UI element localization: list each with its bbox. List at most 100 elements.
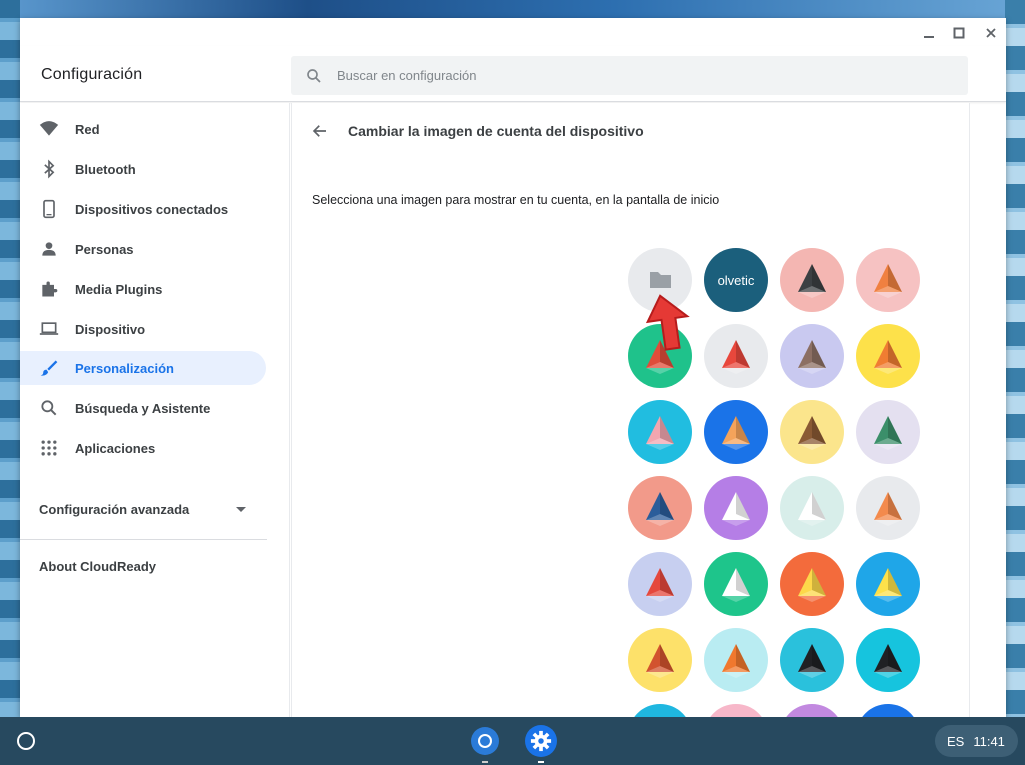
chevron-down-icon — [236, 507, 246, 512]
launcher-button[interactable] — [17, 732, 35, 750]
origami-sushi-image — [874, 644, 902, 678]
avatar-option-corgi[interactable] — [856, 324, 920, 388]
sidebar-item-dispositivos-conectados[interactable]: Dispositivos conectados — [20, 192, 266, 226]
sidebar-item-bluetooth[interactable]: Bluetooth — [20, 152, 266, 186]
avatar-option-cake[interactable] — [780, 704, 844, 717]
shelf: ES 11:41 — [0, 717, 1025, 765]
avatar-option-basketball[interactable] — [704, 628, 768, 692]
avatar-option-vinyl[interactable] — [780, 628, 844, 692]
close-icon — [986, 28, 996, 38]
status-tray[interactable]: ES 11:41 — [935, 725, 1018, 757]
sidebar-item-dispositivo[interactable]: Dispositivo — [20, 312, 266, 346]
avatar-option-fox[interactable] — [856, 248, 920, 312]
title-bar — [20, 18, 1006, 46]
page-description: Selecciona una imagen para mostrar en tu… — [312, 193, 720, 207]
sidebar-item-label: Dispositivo — [75, 321, 146, 337]
sidebar-item-label: Búsqueda y Asistente — [75, 400, 211, 416]
sidebar-item-label: Media Plugins — [75, 281, 163, 297]
avatar-option-tamagotchi[interactable] — [780, 552, 844, 616]
origami-unicorn-image — [798, 492, 826, 526]
laptop-icon — [39, 322, 59, 335]
origami-fox-image — [874, 264, 902, 298]
sidebar: Red Bluetooth Dispositivos conectados Pe… — [20, 103, 290, 717]
maximize-icon — [953, 27, 965, 39]
avatar-option-unicorn[interactable] — [780, 476, 844, 540]
sidebar-item-busqueda[interactable]: Búsqueda y Asistente — [20, 391, 266, 425]
about-link[interactable]: About CloudReady — [39, 559, 156, 574]
sidebar-item-label: Aplicaciones — [75, 440, 156, 456]
avatar-option-butterfly-red[interactable] — [704, 324, 768, 388]
settings-window: Configuración Red Bluetooth — [20, 18, 1006, 717]
close-button[interactable] — [980, 22, 1002, 44]
avatar-option-dragon[interactable] — [856, 400, 920, 464]
avatar-option-monkey[interactable] — [780, 400, 844, 464]
search-input[interactable] — [337, 68, 937, 83]
sidebar-item-label: Personas — [75, 241, 134, 257]
avatar-option-olvetic[interactable]: olvetic — [704, 248, 768, 312]
sidebar-item-label: Personalización — [75, 360, 174, 376]
avatar-logo-text: olvetic — [718, 273, 755, 288]
puzzle-icon — [42, 281, 58, 297]
arrow-back-icon — [312, 125, 326, 137]
avatar-option-elephant[interactable] — [628, 476, 692, 540]
wallpaper-left — [0, 0, 20, 717]
origami-cake-image — [780, 704, 844, 717]
settings-app-icon[interactable] — [525, 725, 557, 757]
origami-basketball-image — [722, 644, 750, 678]
sidebar-item-media-plugins[interactable]: Media Plugins — [20, 272, 266, 306]
sidebar-divider — [20, 539, 267, 540]
origami-corgi-image — [874, 340, 902, 374]
sidebar-item-aplicaciones[interactable]: Aplicaciones — [20, 431, 266, 465]
origami-tamagotchi-image — [798, 568, 826, 602]
avatar-option-penguin[interactable] — [780, 248, 844, 312]
pointer-arrow-annotation — [645, 294, 690, 351]
origami-panda-image — [722, 492, 750, 526]
chrome-app-icon[interactable] — [469, 725, 501, 757]
page-title: Cambiar la imagen de cuenta del disposit… — [348, 123, 644, 139]
minimize-icon — [924, 36, 934, 38]
search-icon — [41, 400, 57, 416]
origami-monkey-image — [798, 416, 826, 450]
search-icon — [307, 68, 321, 83]
avatar-option-cardinal[interactable] — [628, 552, 692, 616]
avatar-option-birds[interactable] — [856, 476, 920, 540]
avatar-option-panda[interactable] — [704, 476, 768, 540]
avatar-option-burger[interactable] — [856, 704, 920, 717]
sidebar-item-personalizacion[interactable]: Personalización — [20, 351, 266, 385]
origami-football-image — [646, 644, 674, 678]
avatar-option-football[interactable] — [628, 628, 692, 692]
back-button[interactable] — [308, 119, 332, 143]
avatar-option-cat[interactable] — [780, 324, 844, 388]
sidebar-item-personas[interactable]: Personas — [20, 232, 266, 266]
avatar-option-butterfly-orange[interactable] — [704, 400, 768, 464]
sidebar-item-label: Bluetooth — [75, 161, 136, 177]
apps-grid-icon — [41, 440, 57, 456]
app-running-indicator — [538, 761, 544, 763]
avatar-option-ramen[interactable] — [704, 552, 768, 616]
origami-elephant-image — [646, 492, 674, 526]
advanced-settings-label: Configuración avanzada — [39, 502, 190, 517]
main-content: Cambiar la imagen de cuenta del disposit… — [291, 103, 970, 717]
sidebar-item-red[interactable]: Red — [20, 112, 266, 146]
avatar-option-bicycle[interactable] — [628, 704, 692, 717]
origami-butterfly-orange-image — [722, 416, 750, 450]
avatar-option-sunglasses[interactable] — [704, 704, 768, 717]
clock: 11:41 — [973, 733, 1005, 749]
search-box[interactable] — [291, 56, 968, 95]
avatar-option-sushi[interactable] — [856, 628, 920, 692]
app-running-indicator — [482, 761, 488, 763]
origami-ramen-image — [722, 568, 750, 602]
advanced-settings-toggle[interactable]: Configuración avanzada — [20, 498, 267, 522]
sidebar-item-label: Dispositivos conectados — [75, 201, 229, 217]
brush-icon — [40, 360, 58, 376]
app-title: Configuración — [41, 66, 143, 83]
bluetooth-icon — [44, 159, 55, 179]
maximize-button[interactable] — [948, 22, 970, 44]
wallpaper-top — [0, 0, 1025, 18]
avatar-option-rabbit[interactable] — [628, 400, 692, 464]
wifi-icon — [39, 121, 59, 136]
origami-cheese-image — [874, 568, 902, 602]
minimize-button[interactable] — [918, 22, 940, 44]
avatar-option-cheese[interactable] — [856, 552, 920, 616]
origami-bicycle-image — [628, 704, 692, 717]
